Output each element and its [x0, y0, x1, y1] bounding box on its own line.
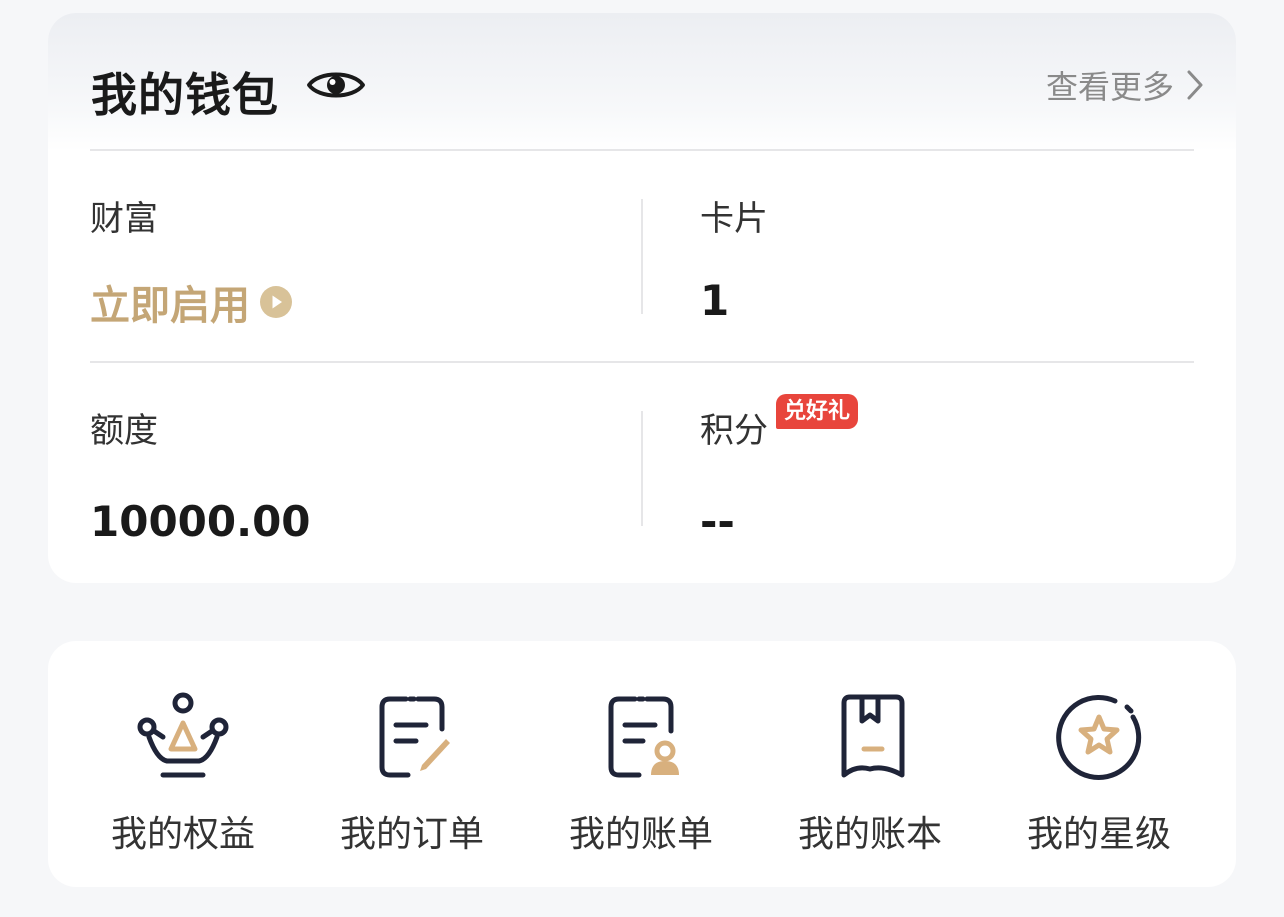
points-label: 积分	[700, 411, 768, 451]
shortcut-my-star-level[interactable]: 我的星级	[984, 641, 1214, 887]
shortcut-label: 我的星级	[1026, 814, 1171, 855]
quota-value: 10000.00	[90, 497, 311, 546]
points-value: --	[700, 497, 735, 546]
chevron-right-icon	[1187, 70, 1203, 100]
shortcut-my-bills[interactable]: 我的账单	[526, 641, 756, 887]
shortcut-label: 我的账本	[797, 814, 942, 855]
card-count: 1	[700, 276, 730, 325]
bill-user-icon	[608, 696, 679, 778]
star-level-icon	[1056, 695, 1142, 780]
quota-label: 额度	[90, 411, 158, 451]
eye-icon[interactable]	[306, 65, 366, 105]
enable-now-label: 立即启用	[90, 283, 250, 329]
shortcuts-card: 我的权益 我的订单 我的账单 我的账本 我的星级	[48, 641, 1236, 887]
crown-icon	[137, 692, 229, 778]
shortcut-my-ledger[interactable]: 我的账本	[755, 641, 985, 887]
redeem-gift-badge[interactable]: 兑好礼	[776, 394, 859, 429]
shortcut-label: 我的权益	[110, 814, 255, 855]
card-label: 卡片	[700, 199, 768, 239]
shortcut-my-benefits[interactable]: 我的权益	[68, 641, 298, 887]
shortcut-my-orders[interactable]: 我的订单	[297, 641, 527, 887]
shortcut-label: 我的订单	[339, 814, 484, 855]
divider	[90, 149, 1194, 151]
wealth-label: 财富	[90, 199, 158, 239]
view-more-link[interactable]: 查看更多	[1046, 63, 1204, 107]
column-divider	[641, 199, 643, 314]
wallet-title: 我的钱包	[91, 68, 279, 122]
column-divider	[641, 411, 643, 526]
play-circle-icon	[260, 286, 292, 318]
enable-now-button[interactable]: 立即启用	[90, 277, 292, 329]
ledger-bookmark-icon	[841, 694, 905, 778]
order-edit-icon	[379, 696, 450, 778]
wallet-card: 我的钱包 查看更多 财富 立即启用 卡片 1 额度 10000.00 积分 兑好…	[48, 13, 1236, 583]
view-more-label: 查看更多	[1045, 68, 1174, 106]
divider	[90, 361, 1194, 363]
page: 我的钱包 查看更多 财富 立即启用 卡片 1 额度 10000.00 积分 兑好…	[0, 0, 1284, 917]
shortcut-label: 我的账单	[568, 814, 713, 855]
